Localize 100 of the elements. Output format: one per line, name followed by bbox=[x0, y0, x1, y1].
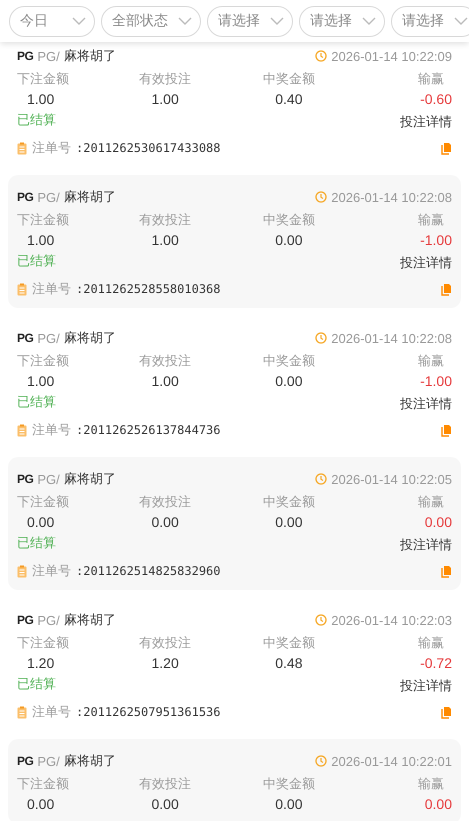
provider-logo: PG bbox=[17, 331, 34, 345]
provider-name: PG/ bbox=[37, 330, 60, 346]
chevron-down-icon bbox=[72, 17, 86, 25]
filter-dropdown[interactable]: 全部状态 bbox=[101, 6, 201, 36]
valid-bet: 0.00 bbox=[152, 795, 179, 814]
clipboard-icon bbox=[17, 424, 27, 436]
provider-logo: PG bbox=[17, 190, 34, 204]
copy-icon[interactable] bbox=[441, 142, 452, 154]
column-label: 中奖金额 bbox=[262, 70, 315, 88]
game-name: 麻将胡了 bbox=[64, 329, 116, 347]
column-label: 中奖金额 bbox=[262, 775, 315, 793]
column-label: 有效投注 bbox=[139, 352, 192, 370]
provider-name: PG/ bbox=[37, 472, 60, 486]
bet-amount: 1.00 bbox=[27, 231, 54, 250]
column-label: 下注金额 bbox=[17, 775, 69, 793]
filter-dropdown[interactable]: 请选择 bbox=[391, 6, 469, 36]
column-label: 输赢 bbox=[418, 70, 444, 88]
copy-icon[interactable] bbox=[441, 424, 452, 436]
game-name: 麻将胡了 bbox=[64, 611, 116, 629]
win-amount: 0.00 bbox=[275, 231, 302, 250]
order-number: :2011262530617433088 bbox=[76, 141, 220, 155]
column-label: 下注金额 bbox=[17, 634, 69, 652]
clipboard-icon bbox=[17, 142, 27, 154]
order-label: 注单号 bbox=[32, 280, 71, 298]
valid-bet: 1.00 bbox=[152, 231, 179, 250]
order-number: :2011262528558010368 bbox=[76, 282, 220, 296]
column-label: 下注金额 bbox=[17, 493, 69, 511]
order-number: :2011262507951361536 bbox=[76, 705, 220, 719]
copy-icon[interactable] bbox=[441, 282, 452, 296]
column-label: 有效投注 bbox=[139, 211, 192, 229]
column-label: 中奖金额 bbox=[262, 634, 315, 652]
bet-detail-link[interactable]: 投注详情 bbox=[400, 254, 452, 272]
clock-icon bbox=[315, 473, 328, 485]
bet-status: 已结算 bbox=[17, 252, 56, 270]
valid-bet: 1.00 bbox=[152, 372, 179, 391]
column-label: 有效投注 bbox=[139, 493, 192, 511]
win-amount: 0.40 bbox=[275, 90, 302, 109]
copy-icon[interactable] bbox=[441, 564, 452, 578]
column-label: 中奖金额 bbox=[262, 211, 315, 229]
game-name: 麻将胡了 bbox=[64, 470, 116, 488]
profit-loss: -0.72 bbox=[420, 654, 452, 673]
provider-name: PG/ bbox=[37, 754, 60, 768]
column-label: 下注金额 bbox=[17, 352, 69, 370]
bet-amount: 1.00 bbox=[27, 372, 54, 391]
profit-loss: -1.00 bbox=[420, 231, 452, 250]
bet-amount: 0.00 bbox=[27, 795, 54, 814]
valid-bet: 1.20 bbox=[152, 654, 179, 673]
bet-detail-link[interactable]: 投注详情 bbox=[400, 677, 452, 695]
provider-name: PG/ bbox=[37, 612, 60, 628]
bet-time: 2026-01-14 10:22:01 bbox=[331, 754, 452, 768]
game-name: 麻将胡了 bbox=[64, 752, 116, 770]
profit-loss: -0.60 bbox=[420, 90, 452, 109]
clock-icon bbox=[315, 755, 328, 767]
copy-icon[interactable] bbox=[441, 706, 452, 718]
bet-amount: 1.20 bbox=[27, 654, 54, 673]
bet-status: 已结算 bbox=[17, 675, 56, 693]
bet-detail-link[interactable]: 投注详情 bbox=[400, 113, 452, 131]
clipboard-icon bbox=[17, 282, 27, 296]
column-label: 下注金额 bbox=[17, 211, 69, 229]
filter-dropdown[interactable]: 请选择 bbox=[207, 6, 293, 36]
clock-icon bbox=[315, 191, 328, 203]
profit-loss: -1.00 bbox=[420, 372, 452, 391]
column-label: 有效投注 bbox=[139, 634, 192, 652]
column-label: 输赢 bbox=[418, 493, 444, 511]
bet-status: 已结算 bbox=[17, 111, 56, 129]
clock-icon bbox=[315, 50, 328, 62]
column-label: 有效投注 bbox=[139, 70, 192, 88]
bet-detail-link[interactable]: 投注详情 bbox=[400, 536, 452, 554]
provider-logo: PG bbox=[17, 754, 34, 768]
column-label: 输赢 bbox=[418, 775, 444, 793]
filter-dropdown[interactable]: 请选择 bbox=[299, 6, 385, 36]
bet-time: 2026-01-14 10:22:08 bbox=[331, 330, 452, 346]
win-amount: 0.00 bbox=[275, 513, 302, 532]
column-label: 中奖金额 bbox=[262, 493, 315, 511]
provider-name: PG/ bbox=[37, 190, 60, 204]
bet-status: 已结算 bbox=[17, 534, 56, 552]
chevron-down-icon bbox=[454, 17, 468, 25]
profit-loss: 0.00 bbox=[424, 795, 452, 814]
column-label: 有效投注 bbox=[139, 775, 192, 793]
filter-dropdown[interactable]: 今日 bbox=[9, 6, 95, 36]
order-number: :2011262514825832960 bbox=[76, 564, 220, 578]
game-name: 麻将胡了 bbox=[64, 47, 116, 65]
column-label: 输赢 bbox=[418, 352, 444, 370]
column-label: 输赢 bbox=[418, 634, 444, 652]
profit-loss: 0.00 bbox=[424, 513, 452, 532]
game-name: 麻将胡了 bbox=[64, 188, 116, 206]
bet-amount: 0.00 bbox=[27, 513, 54, 532]
bet-time: 2026-01-14 10:22:05 bbox=[331, 472, 452, 486]
clock-icon bbox=[315, 614, 328, 626]
bet-time: 2026-01-14 10:22:08 bbox=[331, 190, 452, 204]
clipboard-icon bbox=[17, 706, 27, 718]
win-amount: 0.48 bbox=[275, 654, 302, 673]
bet-status: 已结算 bbox=[17, 393, 56, 411]
order-label: 注单号 bbox=[32, 421, 71, 439]
provider-logo: PG bbox=[17, 49, 34, 63]
bet-detail-link[interactable]: 投注详情 bbox=[400, 395, 452, 413]
valid-bet: 0.00 bbox=[152, 513, 179, 532]
column-label: 中奖金额 bbox=[262, 352, 315, 370]
clock-icon bbox=[315, 332, 328, 344]
valid-bet: 1.00 bbox=[152, 90, 179, 109]
